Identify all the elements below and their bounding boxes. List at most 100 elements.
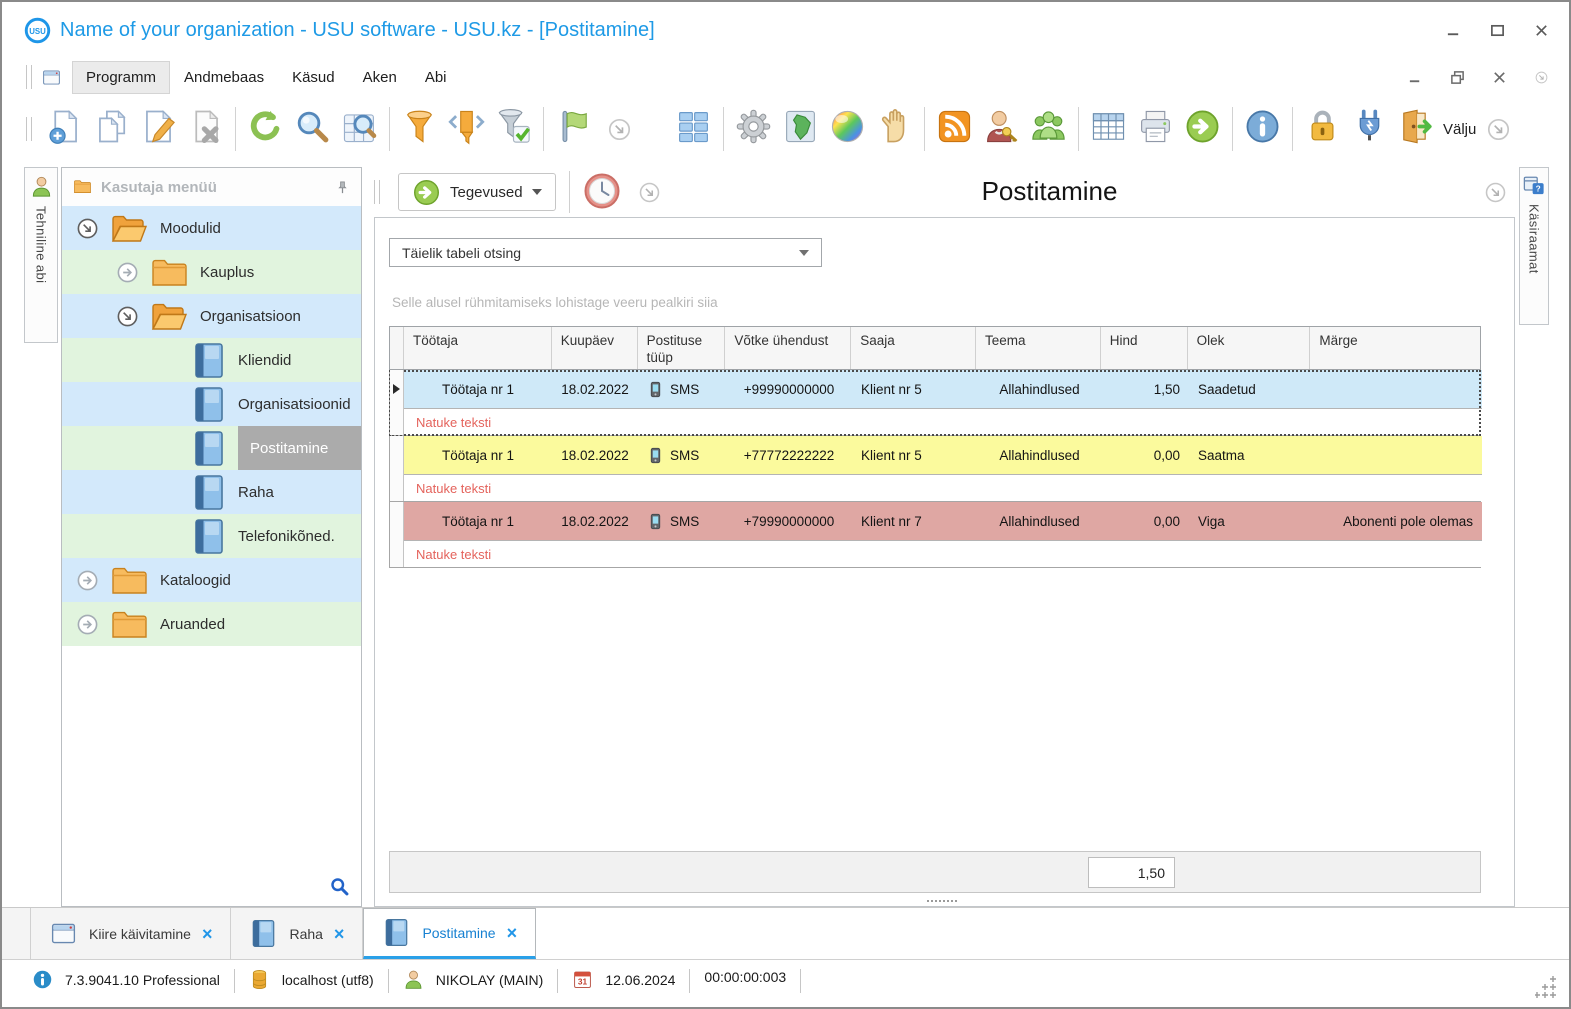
maximize-button[interactable] bbox=[1489, 22, 1505, 38]
mdi-close-button[interactable] bbox=[1491, 69, 1507, 85]
document-tab-kiire-käivitamine[interactable]: Kiire käivitamine × bbox=[30, 908, 232, 959]
tab-close-icon[interactable]: × bbox=[507, 924, 518, 942]
mdi-restore-button[interactable] bbox=[1449, 69, 1465, 85]
toolbar-button-filter-check[interactable] bbox=[490, 105, 537, 153]
tab-close-icon[interactable]: × bbox=[202, 925, 213, 943]
document-tab-postitamine[interactable]: Postitamine × bbox=[363, 908, 537, 959]
toolbar-button-go[interactable] bbox=[1179, 105, 1226, 153]
minimize-button[interactable] bbox=[1445, 22, 1461, 38]
tree-item-telefonikõned[interactable]: Telefonikõned. bbox=[62, 514, 361, 558]
menu-item-käsud[interactable]: Käsud bbox=[278, 61, 349, 94]
expand-icon[interactable] bbox=[76, 569, 99, 592]
toolbar-overflow-icon[interactable] bbox=[606, 116, 633, 143]
toolbar-button-new-document[interactable] bbox=[41, 105, 88, 153]
delete-document-icon bbox=[187, 108, 224, 150]
toolbar-button-map[interactable] bbox=[777, 105, 824, 153]
toolbar-button-table[interactable] bbox=[1085, 105, 1132, 153]
tree-search-icon[interactable] bbox=[329, 876, 350, 897]
toolbar-button-search-table[interactable] bbox=[336, 105, 383, 153]
collapse-icon[interactable] bbox=[116, 305, 139, 328]
pin-icon[interactable] bbox=[335, 180, 350, 195]
toolbar-overflow-icon[interactable] bbox=[1485, 116, 1512, 143]
toolbar-button-gear[interactable] bbox=[730, 105, 777, 153]
table-cell: 18.02.2022 bbox=[561, 381, 629, 397]
tree-item-kliendid[interactable]: Kliendid bbox=[62, 338, 361, 382]
toolbar-button-delete-document[interactable] bbox=[182, 105, 229, 153]
menu-item-abi[interactable]: Abi bbox=[411, 61, 461, 94]
table-row[interactable]: Töötaja nr 1 18.02.2022 SMS +77772222222 Kli… bbox=[404, 436, 1482, 501]
resize-grip[interactable] bbox=[1534, 974, 1559, 998]
scheduler-clock-icon[interactable] bbox=[583, 172, 623, 212]
toolbar-button-rss[interactable] bbox=[931, 105, 978, 153]
toolbar-button-plug[interactable] bbox=[1346, 105, 1393, 153]
tree-item-kataloogid[interactable]: Kataloogid bbox=[62, 558, 361, 602]
window-controls bbox=[1445, 22, 1549, 38]
document-tab-raha[interactable]: Raha × bbox=[231, 908, 364, 959]
tree-item-postitamine[interactable]: Postitamine bbox=[62, 426, 361, 470]
toolbar-button-edit-document[interactable] bbox=[135, 105, 182, 153]
toolbar-grip[interactable] bbox=[26, 117, 32, 141]
tree-item-moodulid[interactable]: Moodulid bbox=[62, 206, 361, 250]
table-row[interactable]: Töötaja nr 1 18.02.2022 SMS +99990000000 Kli… bbox=[404, 370, 1482, 435]
column-header-5[interactable]: Teema bbox=[976, 327, 1101, 369]
menu-item-aken[interactable]: Aken bbox=[349, 61, 411, 94]
row-indicator[interactable] bbox=[390, 370, 404, 435]
column-header-4[interactable]: Saaja bbox=[851, 327, 976, 369]
actions-button[interactable]: Tegevused bbox=[398, 173, 556, 211]
tree-item-organisatsioon[interactable]: Organisatsioon bbox=[62, 294, 361, 338]
column-header-3[interactable]: Võtke ühendust bbox=[725, 327, 852, 369]
toolbar-button-copy-document[interactable] bbox=[88, 105, 135, 153]
column-header-2[interactable]: Postituse tüüp bbox=[638, 327, 726, 369]
close-button[interactable] bbox=[1533, 22, 1549, 38]
toolbar-button-colors[interactable] bbox=[824, 105, 871, 153]
splitter-handle[interactable] bbox=[927, 900, 957, 902]
tiles-icon bbox=[675, 108, 712, 150]
header-overflow-icon[interactable] bbox=[1483, 180, 1508, 205]
column-header-6[interactable]: Hind bbox=[1101, 327, 1188, 369]
tab-label: Postitamine bbox=[422, 924, 496, 941]
menu-item-programm[interactable]: Programm bbox=[72, 60, 171, 94]
toolbar-button-user-key[interactable] bbox=[978, 105, 1025, 153]
table-row[interactable]: Töötaja nr 1 18.02.2022 SMS +79990000000 Kli… bbox=[404, 502, 1482, 567]
actionbar-grip[interactable] bbox=[374, 180, 380, 204]
toolbar-button-filter[interactable] bbox=[396, 105, 443, 153]
toolbar-button-users[interactable] bbox=[1025, 105, 1072, 153]
tree-item-kauplus[interactable]: Kauplus bbox=[62, 250, 361, 294]
menu-bar: Programm Andmebaas Käsud Aken Abi bbox=[2, 58, 1569, 96]
column-header-7[interactable]: Olek bbox=[1188, 327, 1311, 369]
toolbar-button-hand[interactable] bbox=[871, 105, 918, 153]
tree-item-raha[interactable]: Raha bbox=[62, 470, 361, 514]
row-indicator[interactable] bbox=[390, 502, 404, 567]
mdi-overflow-icon[interactable] bbox=[1533, 69, 1549, 85]
toolbar-button-info[interactable] bbox=[1239, 105, 1286, 153]
book-icon bbox=[249, 919, 278, 948]
status-separator bbox=[689, 969, 691, 993]
expand-icon[interactable] bbox=[116, 261, 139, 284]
expand-icon[interactable] bbox=[76, 613, 99, 636]
column-header-0[interactable]: Töötaja bbox=[404, 327, 552, 369]
mdi-minimize-button[interactable] bbox=[1407, 69, 1423, 85]
column-header-8[interactable]: Märge bbox=[1310, 327, 1480, 369]
toolbar-button-flag[interactable] bbox=[550, 105, 597, 153]
tab-technical-help[interactable]: Tehniline abi bbox=[24, 167, 58, 343]
table-cell: Allahindlused bbox=[999, 513, 1080, 529]
toolbar-button-filter-columns[interactable] bbox=[443, 105, 490, 153]
toolbar-button-lock[interactable] bbox=[1299, 105, 1346, 153]
row-indicator[interactable] bbox=[390, 436, 404, 501]
toolbar-button-printer[interactable] bbox=[1132, 105, 1179, 153]
collapse-icon[interactable] bbox=[76, 217, 99, 240]
toolbar-button-tiles[interactable] bbox=[670, 105, 717, 153]
tree-item-aruanded[interactable]: Aruanded bbox=[62, 602, 361, 646]
printer-icon bbox=[1137, 108, 1174, 150]
toolbar-button-exit[interactable] bbox=[1393, 105, 1440, 153]
document-tab-strip: Kiire käivitamine × Raha × Postitamine × bbox=[2, 907, 1569, 959]
tab-close-icon[interactable]: × bbox=[334, 925, 345, 943]
tab-handbook[interactable]: ? Käsiraamat bbox=[1519, 167, 1549, 325]
menu-grip[interactable] bbox=[26, 65, 32, 89]
toolbar-button-refresh[interactable] bbox=[242, 105, 289, 153]
column-header-1[interactable]: Kuupäev bbox=[552, 327, 638, 369]
toolbar-button-search[interactable] bbox=[289, 105, 336, 153]
table-search-dropdown[interactable]: Täielik tabeli otsing bbox=[389, 238, 822, 267]
tree-item-organisatsioonid[interactable]: Organisatsioonid bbox=[62, 382, 361, 426]
menu-item-andmebaas[interactable]: Andmebaas bbox=[170, 61, 278, 94]
